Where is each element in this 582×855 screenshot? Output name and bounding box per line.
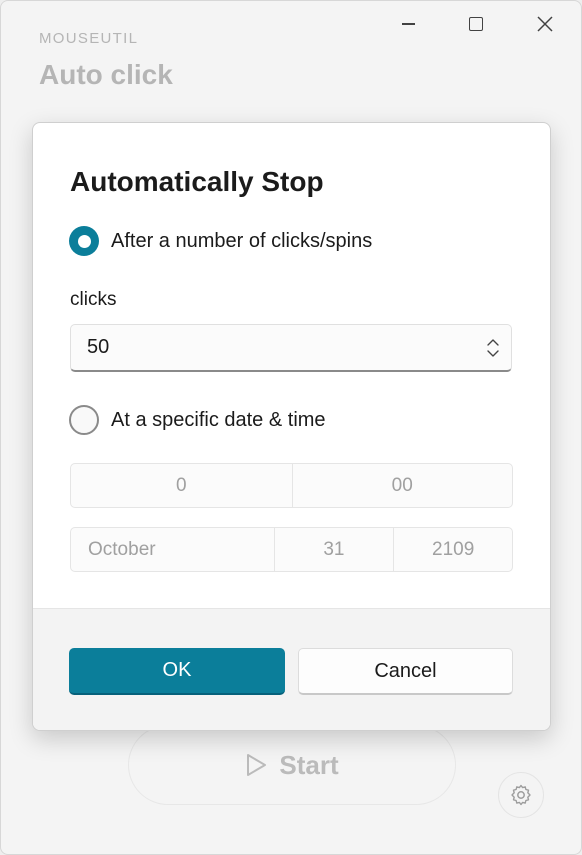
option-datetime[interactable]: At a specific date & time [69, 405, 326, 435]
option-clicks-label: After a number of clicks/spins [111, 229, 373, 252]
date-year[interactable]: 2109 [393, 528, 512, 571]
option-clicks[interactable]: After a number of clicks/spins [69, 226, 372, 256]
time-minute[interactable]: 00 [291, 464, 513, 507]
radio-unchecked-icon[interactable] [69, 405, 99, 435]
clicks-value: 50 [87, 336, 110, 358]
time-picker[interactable]: 0 00 [70, 463, 513, 508]
chevron-up-down-icon[interactable] [485, 337, 501, 359]
dialog-footer: OK Cancel [33, 608, 550, 730]
date-picker[interactable]: October 31 2109 [70, 527, 513, 572]
clicks-field-label: clicks [70, 289, 117, 310]
date-day[interactable]: 31 [273, 528, 394, 571]
time-hour[interactable]: 0 [71, 464, 292, 507]
dialog-title: Automatically Stop [70, 166, 324, 197]
clicks-number-input[interactable]: 50 [70, 324, 512, 372]
date-month[interactable]: October [71, 528, 274, 571]
cancel-button[interactable]: Cancel [298, 648, 513, 695]
auto-stop-dialog: Automatically Stop After a number of cli… [32, 122, 551, 731]
option-datetime-label: At a specific date & time [111, 408, 326, 431]
radio-checked-icon[interactable] [69, 226, 99, 256]
ok-button[interactable]: OK [69, 648, 285, 695]
